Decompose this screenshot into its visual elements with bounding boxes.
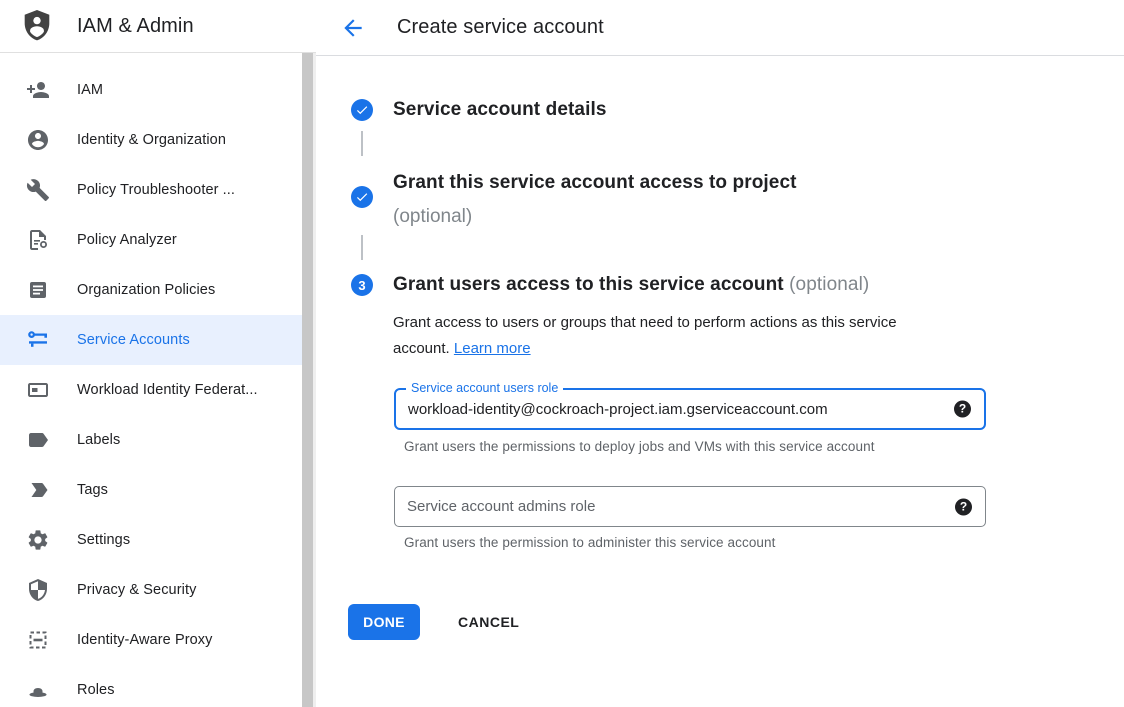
help-icon[interactable]: ? bbox=[955, 498, 972, 515]
sidebar-item-label: Labels bbox=[77, 432, 120, 448]
policy-analyzer-icon bbox=[26, 228, 50, 252]
arrow-back-icon bbox=[340, 15, 366, 41]
document-lines-icon bbox=[26, 278, 50, 302]
sidebar-item-label: Service Accounts bbox=[77, 332, 190, 348]
sidebar-item-label: Organization Policies bbox=[77, 282, 215, 298]
card-icon bbox=[26, 378, 50, 402]
step3-title-text: Grant users access to this service accou… bbox=[393, 274, 784, 295]
sidebar-item-settings[interactable]: Settings bbox=[0, 515, 302, 565]
step2-completed-check-icon bbox=[351, 186, 373, 208]
identity-person-icon bbox=[26, 128, 50, 152]
sidebar-item-roles[interactable]: Roles bbox=[0, 665, 302, 707]
back-button[interactable] bbox=[340, 15, 366, 41]
service-account-key-icon bbox=[26, 328, 50, 352]
admins-role-helper-text: Grant users the permission to administer… bbox=[404, 535, 776, 550]
iam-shield-icon bbox=[22, 10, 52, 42]
sidebar-item-identity-aware-proxy[interactable]: Identity-Aware Proxy bbox=[0, 615, 302, 665]
page-title: Create service account bbox=[397, 16, 604, 39]
step3-number: 3 bbox=[358, 278, 365, 293]
sidebar-item-label: Identity-Aware Proxy bbox=[77, 632, 213, 648]
users-role-field: Service account users role ? bbox=[394, 388, 986, 430]
done-button[interactable]: DONE bbox=[348, 604, 420, 640]
sidebar-item-identity-organization[interactable]: Identity & Organization bbox=[0, 115, 302, 165]
wrench-icon bbox=[26, 178, 50, 202]
sidebar-item-privacy-security[interactable]: Privacy & Security bbox=[0, 565, 302, 615]
users-role-input[interactable] bbox=[396, 390, 940, 428]
hat-icon bbox=[26, 678, 50, 702]
help-icon[interactable]: ? bbox=[954, 401, 971, 418]
sidebar-item-policy-analyzer[interactable]: Policy Analyzer bbox=[0, 215, 302, 265]
sidebar-item-label: Privacy & Security bbox=[77, 582, 196, 598]
sidebar-item-organization-policies[interactable]: Organization Policies bbox=[0, 265, 302, 315]
step-connector bbox=[361, 235, 363, 260]
gear-icon bbox=[26, 528, 50, 552]
step2-title: Grant this service account access to pro… bbox=[393, 166, 797, 234]
sidebar-nav: IAM Identity & Organization Policy Troub… bbox=[0, 65, 302, 707]
cancel-button[interactable]: CANCEL bbox=[450, 604, 527, 640]
product-title: IAM & Admin bbox=[77, 15, 194, 38]
users-role-helper-text: Grant users the permissions to deploy jo… bbox=[404, 439, 875, 454]
sidebar-item-label: Settings bbox=[77, 532, 130, 548]
iam-admin-console: IAM & Admin IAM Identity & Organization … bbox=[0, 0, 1124, 707]
step3-optional-label: (optional) bbox=[789, 274, 869, 295]
sidebar-item-label: Tags bbox=[77, 482, 108, 498]
sidebar-item-label: Identity & Organization bbox=[77, 132, 226, 148]
admins-role-input[interactable] bbox=[395, 487, 941, 526]
sidebar-item-labels[interactable]: Labels bbox=[0, 415, 302, 465]
shield-half-icon bbox=[26, 578, 50, 602]
step3-title: Grant users access to this service accou… bbox=[393, 272, 869, 298]
step1-completed-check-icon bbox=[351, 99, 373, 121]
sidebar-item-label: Policy Troubleshooter ... bbox=[77, 182, 235, 198]
step3-description: Grant access to users or groups that nee… bbox=[393, 310, 955, 361]
person-add-icon bbox=[26, 78, 50, 102]
sidebar-item-workload-identity-federation[interactable]: Workload Identity Federat... bbox=[0, 365, 302, 415]
step1-title: Service account details bbox=[393, 97, 607, 123]
sidebar: IAM & Admin IAM Identity & Organization … bbox=[0, 0, 316, 707]
sidebar-item-tags[interactable]: Tags bbox=[0, 465, 302, 515]
sidebar-item-label: IAM bbox=[77, 82, 103, 98]
learn-more-link[interactable]: Learn more bbox=[454, 340, 531, 357]
main-panel: Create service account Service account d… bbox=[316, 0, 1124, 707]
create-service-account-form: Service account details Grant this servi… bbox=[316, 56, 1124, 707]
sidebar-item-iam[interactable]: IAM bbox=[0, 65, 302, 115]
page-header: Create service account bbox=[316, 0, 1124, 56]
step3-number-badge: 3 bbox=[351, 274, 373, 296]
admins-role-field: ? bbox=[394, 486, 986, 527]
tag-arrow-icon bbox=[26, 478, 50, 502]
sidebar-scrollbar-thumb[interactable] bbox=[302, 53, 313, 707]
sidebar-header: IAM & Admin bbox=[0, 0, 316, 53]
proxy-frame-icon bbox=[26, 628, 50, 652]
step2-optional-label: (optional) bbox=[393, 200, 797, 234]
sidebar-item-label: Workload Identity Federat... bbox=[77, 382, 258, 398]
sidebar-item-service-accounts[interactable]: Service Accounts bbox=[0, 315, 302, 365]
sidebar-item-label: Policy Analyzer bbox=[77, 232, 177, 248]
step2-title-text: Grant this service account access to pro… bbox=[393, 172, 797, 193]
sidebar-item-policy-troubleshooter[interactable]: Policy Troubleshooter ... bbox=[0, 165, 302, 215]
label-icon bbox=[26, 428, 50, 452]
sidebar-item-label: Roles bbox=[77, 682, 115, 698]
step-connector bbox=[361, 131, 363, 156]
